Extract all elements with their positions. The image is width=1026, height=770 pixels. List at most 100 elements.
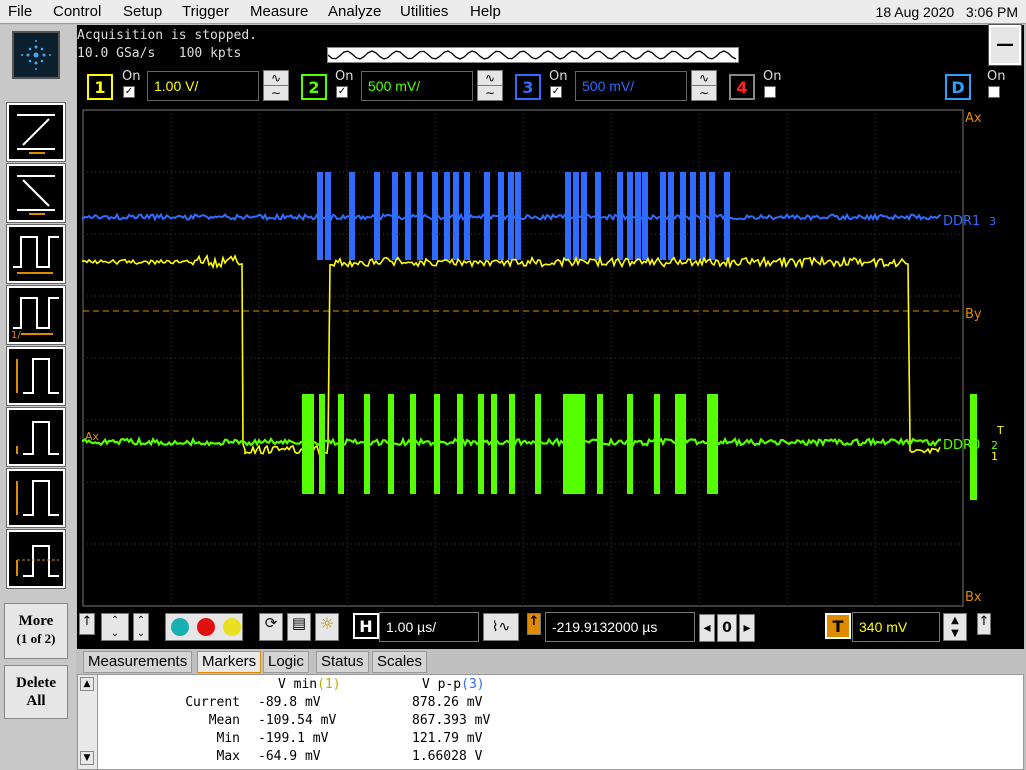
time-per-div-field[interactable]: 1.00 µs/: [379, 612, 479, 642]
menu-setup[interactable]: Setup: [123, 3, 162, 20]
vavg-measure-button[interactable]: [6, 529, 66, 589]
trigger-button[interactable]: T: [825, 613, 851, 639]
ch3-burst: [573, 172, 579, 260]
position-left-button[interactable]: ◂: [699, 614, 715, 642]
left-panel: 1/ More (1 of 2) Delete All: [0, 25, 76, 770]
top-measure-button[interactable]: [6, 407, 66, 467]
ch2-burst: [680, 394, 686, 494]
menu-analyze[interactable]: Analyze: [328, 3, 381, 20]
channel-4-checkbox[interactable]: [764, 86, 776, 98]
tab-scales[interactable]: Scales: [372, 651, 428, 673]
max-measure-button[interactable]: [6, 468, 66, 528]
channel-1-button[interactable]: 1: [87, 74, 113, 100]
channel-1-checkbox[interactable]: ✓: [123, 86, 135, 98]
ch3-burst: [464, 172, 470, 260]
ch2-burst: [597, 394, 603, 494]
waveform-display[interactable]: Ax By Bx Ax DDR1 DDR0 3 T 2 1: [77, 104, 1024, 609]
ch2-burst: [410, 394, 416, 494]
channel-2-checkbox[interactable]: ✓: [336, 86, 348, 98]
channel-3-button[interactable]: 3: [515, 74, 541, 100]
marker-ax-left-label: Ax: [85, 430, 100, 443]
trigger-level-field[interactable]: 340 mV: [852, 612, 940, 642]
measure-row-value-2: 1.66028 V: [412, 749, 483, 764]
delete-all-button[interactable]: Delete All: [4, 665, 68, 719]
vertical-scale-buttons[interactable]: ⌃ ⌄: [133, 613, 149, 641]
channel-3-on-label: On: [549, 69, 568, 84]
channel-2-coupling[interactable]: ∿ ∼: [477, 70, 503, 101]
menu-file[interactable]: File: [8, 3, 32, 20]
autoscale-icon[interactable]: ⟳: [259, 613, 283, 641]
menu-help[interactable]: Help: [470, 3, 501, 20]
channel-1-coupling[interactable]: ∿ ∼: [263, 70, 289, 101]
ch2-burst: [491, 394, 497, 494]
frequency-measure-button[interactable]: 1/: [6, 285, 66, 345]
ch2-burst: [319, 394, 325, 494]
period-measure-button[interactable]: [6, 224, 66, 284]
fall-time-measure-button[interactable]: [6, 163, 66, 223]
rise-time-measure-button[interactable]: [6, 102, 66, 162]
measurements-scrollbar[interactable]: ▲ ▼: [78, 675, 98, 769]
trigger-position-arrow-icon[interactable]: ↑: [527, 613, 541, 635]
channel-2-scale[interactable]: 500 mV/: [361, 71, 473, 101]
channel-4-on-label: On: [763, 69, 782, 84]
menu-utilities[interactable]: Utilities: [400, 3, 448, 20]
minimize-button[interactable]: —: [988, 24, 1022, 66]
menu-trigger[interactable]: Trigger: [182, 3, 229, 20]
ch3-burst: [325, 172, 331, 260]
sun-icon[interactable]: ☼: [315, 613, 339, 641]
scroll-up-icon[interactable]: ▲: [80, 677, 94, 691]
ch3-burst: [444, 172, 450, 260]
ch3-burst: [349, 172, 355, 260]
measure-row-value-1: -64.9 mV: [258, 749, 321, 764]
channel-4-button[interactable]: 4: [729, 74, 755, 100]
tab-markers[interactable]: Markers: [197, 651, 262, 673]
channel-3-scale[interactable]: 500 mV/: [575, 71, 687, 101]
channel-3-checkbox[interactable]: ✓: [550, 86, 562, 98]
ddr0-label: DDR0: [943, 438, 980, 453]
color-buttons[interactable]: [165, 613, 243, 641]
horizontal-button[interactable]: H: [353, 613, 379, 639]
vertical-position-buttons[interactable]: ⌃ ⌄: [101, 613, 129, 641]
more-button[interactable]: More (1 of 2): [4, 603, 68, 659]
amplitude-measure-button[interactable]: [6, 346, 66, 406]
ch3-burst: [374, 172, 380, 260]
channel-3-coupling[interactable]: ∿ ∼: [691, 70, 717, 101]
horizontal-position-field[interactable]: -219.9132000 µs: [545, 612, 695, 642]
ch2-burst: [364, 394, 370, 494]
fine-arrow-button[interactable]: ↑: [79, 613, 95, 635]
position-zero-button[interactable]: 0: [717, 614, 737, 642]
ch2-burst: [457, 394, 463, 494]
menu-measure[interactable]: Measure: [250, 3, 308, 20]
tab-logic[interactable]: Logic: [263, 651, 309, 673]
print-icon[interactable]: ▤: [287, 613, 311, 641]
measure-row-value-2: 867.393 mV: [412, 713, 491, 728]
timebase-ac-dc-icon[interactable]: ⌇∿: [483, 613, 519, 641]
ch3-burst: [405, 172, 411, 260]
dc-icon: ∼: [264, 86, 288, 101]
ch3-burst: [595, 172, 601, 260]
ac-icon: ∿: [692, 71, 716, 86]
menu-control[interactable]: Control: [53, 3, 101, 20]
digital-checkbox[interactable]: [988, 86, 1000, 98]
tab-status[interactable]: Status: [316, 651, 369, 673]
position-right-button[interactable]: ▸: [739, 614, 755, 642]
ch2-burst: [654, 394, 660, 494]
trigger-level-buttons[interactable]: ▲ ▼: [943, 613, 967, 641]
measurements-panel: ▲ ▼ V min(1) V p-p(3) Current -89.8 mV 8…: [77, 674, 1024, 770]
ch3-burst: [432, 172, 438, 260]
marker-ax-label: Ax: [965, 111, 982, 126]
menu-bar: File Control Setup Trigger Measure Analy…: [0, 0, 1026, 24]
digital-channel-button[interactable]: D: [945, 74, 971, 100]
ddr1-label: DDR1: [943, 214, 980, 229]
trigger-fine-arrow[interactable]: ↑: [977, 613, 991, 635]
channel-1-scale[interactable]: 1.00 V/: [147, 71, 259, 101]
agilent-logo-icon[interactable]: [12, 31, 60, 79]
cyan-circle-icon: [171, 618, 189, 636]
scroll-down-icon[interactable]: ▼: [80, 751, 94, 765]
channel-2-button[interactable]: 2: [301, 74, 327, 100]
ch2-burst: [712, 394, 718, 494]
ch3-burst: [642, 172, 648, 260]
memory-bar[interactable]: [327, 47, 739, 63]
ch2-burst: [478, 394, 484, 494]
tab-measurements[interactable]: Measurements: [83, 651, 193, 673]
